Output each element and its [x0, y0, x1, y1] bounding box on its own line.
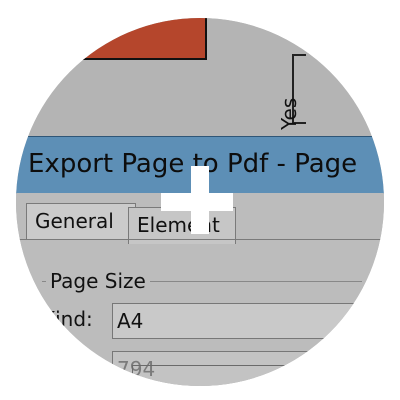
tab-divider — [16, 239, 384, 240]
kind-label: Kind: — [42, 307, 93, 331]
crosshair-cursor-icon — [191, 166, 209, 234]
chart-bar — [16, 18, 207, 60]
axis-tick — [292, 54, 306, 56]
kind-input[interactable]: A4 — [112, 303, 368, 339]
axis-label-yes: Yes — [277, 97, 301, 130]
tab-general[interactable]: General — [26, 203, 136, 240]
lower-field — [132, 365, 364, 384]
page-size-group-label: Page Size — [46, 269, 150, 293]
magnifier-view: Yes Export Page to Pdf - Page General El… — [16, 18, 384, 386]
